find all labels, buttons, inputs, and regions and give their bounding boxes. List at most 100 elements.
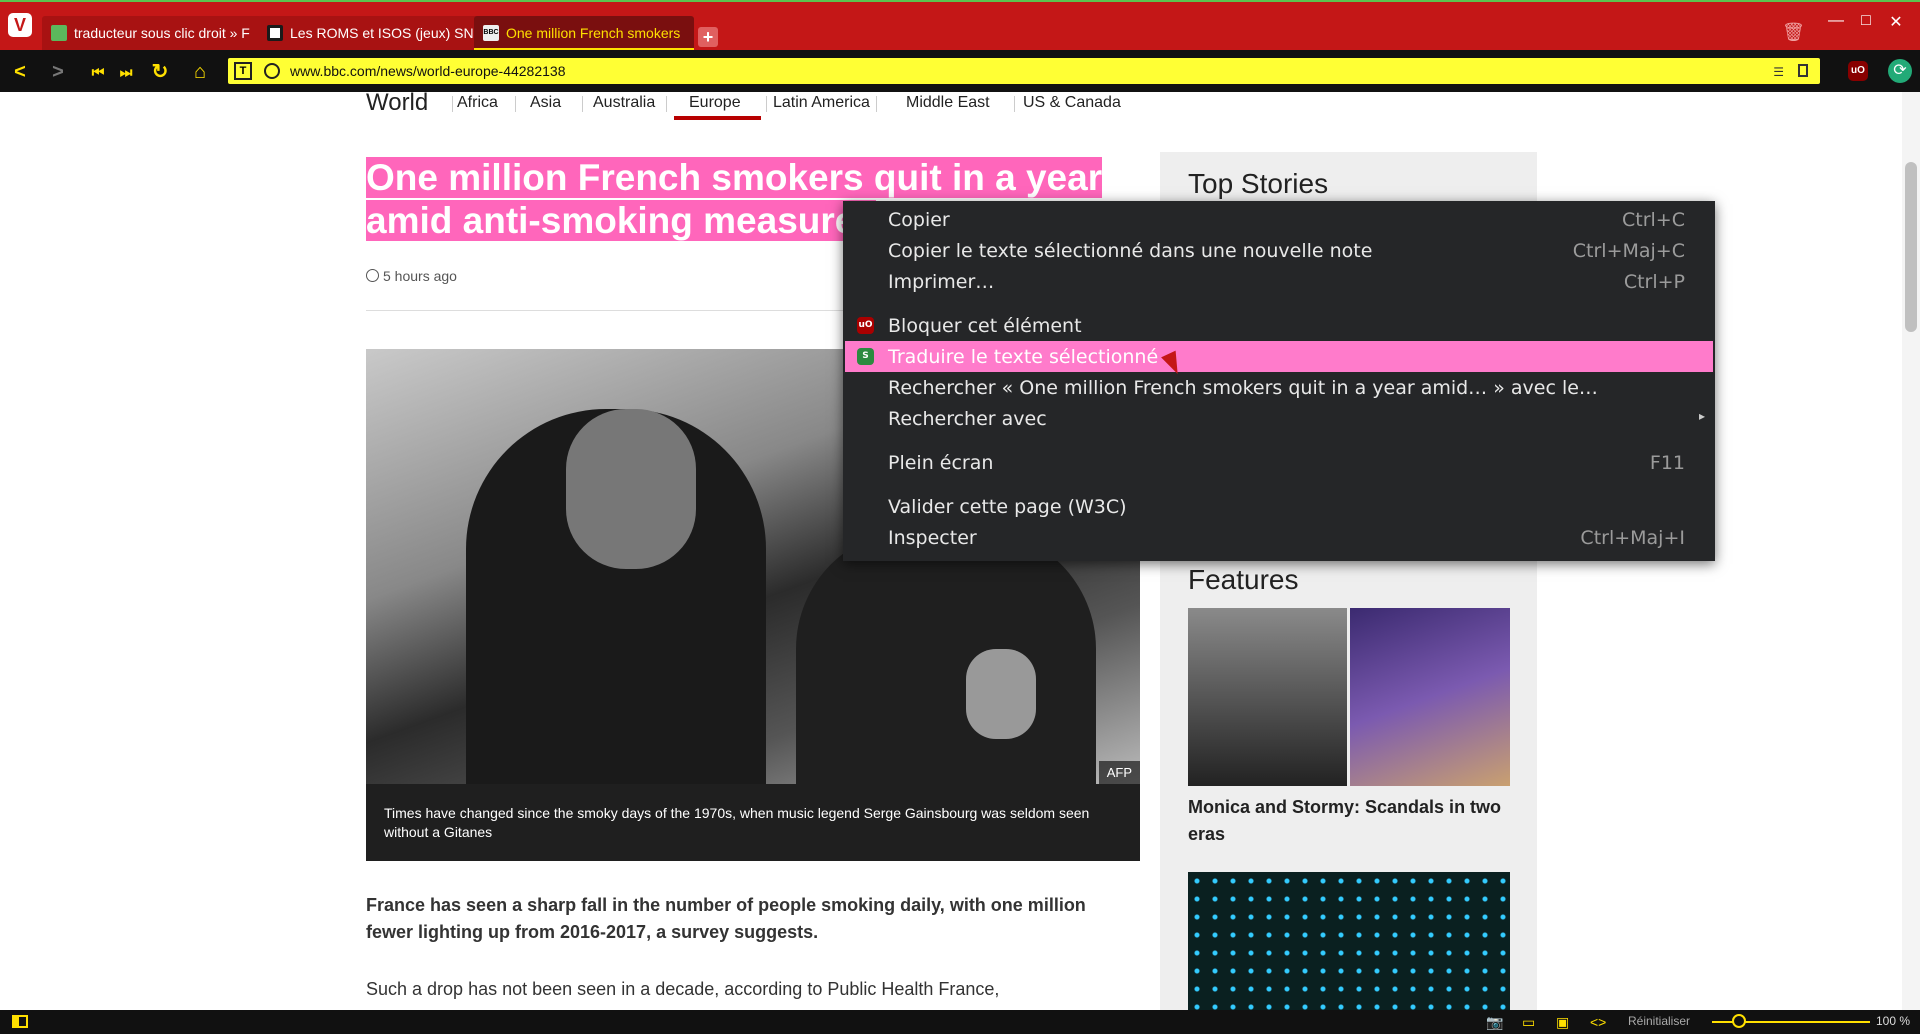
code-icon[interactable]: <> — [1590, 1014, 1606, 1030]
address-toolbar: < > ⏮ ⏭ ↻ ⌂ T www.bbc.com/news/world-eur… — [0, 50, 1920, 92]
status-bar: 📷 ▭ ▣ <> Réinitialiser 100 % — [0, 1010, 1920, 1034]
menu-item-label: Valider cette page (W3C) — [888, 496, 1127, 518]
menu-item-label: Imprimer… — [888, 271, 995, 293]
photo-hand — [966, 649, 1036, 739]
nav-link-australia[interactable]: Australia — [593, 94, 655, 112]
menu-item-search-selection[interactable]: Rechercher « One million French smokers … — [843, 372, 1715, 403]
tab-title: Les ROMS et ISOS (jeux) SNE — [290, 25, 478, 41]
tab-bbc-active[interactable]: BBC One million French smokers — [474, 16, 694, 50]
reader-view-icon[interactable]: ☰ — [1773, 65, 1784, 79]
rewind-icon[interactable]: ⏮ — [86, 60, 110, 84]
timestamp-text: 5 hours ago — [383, 268, 457, 284]
forward-icon[interactable]: > — [46, 60, 70, 84]
nav-link-europe[interactable]: Europe — [689, 94, 741, 112]
nav-link-africa[interactable]: Africa — [457, 94, 498, 112]
submenu-arrow-icon: ▸ — [1698, 409, 1705, 423]
tab-title: One million French smokers — [506, 25, 681, 41]
back-icon[interactable]: < — [8, 60, 32, 84]
ublock-icon: uO — [857, 317, 874, 334]
bookmark-icon[interactable] — [1798, 64, 1808, 77]
menu-item-copy[interactable]: Copier Ctrl+C — [843, 204, 1715, 235]
url-text[interactable]: www.bbc.com/news/world-europe-44282138 — [290, 58, 565, 84]
nav-link-us-canada[interactable]: US & Canada — [1023, 94, 1121, 112]
headline-line-1: One million French smokers quit in a yea… — [366, 157, 1103, 198]
nav-divider — [766, 96, 767, 112]
minimize-icon[interactable]: — — [1826, 12, 1846, 30]
menu-item-label: Rechercher avec — [888, 408, 1047, 430]
fast-forward-icon[interactable]: ⏭ — [114, 60, 138, 84]
maximize-icon[interactable]: □ — [1856, 12, 1876, 30]
trash-icon[interactable]: 🗑 — [1782, 22, 1805, 42]
menu-item-print[interactable]: Imprimer… Ctrl+P — [843, 266, 1715, 297]
active-nav-indicator — [674, 116, 761, 120]
nav-world-link[interactable]: World — [366, 92, 428, 117]
article-lead: France has seen a sharp fall in the numb… — [366, 895, 1086, 942]
site-info-icon[interactable]: T — [234, 62, 252, 80]
scrollbar-thumb[interactable] — [1905, 162, 1917, 332]
feature-image-2[interactable] — [1188, 872, 1510, 1010]
menu-item-shortcut: Ctrl+Maj+C — [1572, 240, 1685, 262]
nav-link-middle-east[interactable]: Middle East — [906, 94, 990, 112]
menu-item-search-with[interactable]: Rechercher avec ▸ — [843, 403, 1715, 434]
nav-link-asia[interactable]: Asia — [530, 94, 561, 112]
menu-item-label: Rechercher « One million French smokers … — [888, 377, 1598, 399]
nav-divider — [582, 96, 583, 112]
tab-favicon-icon — [51, 25, 67, 41]
tab-roms[interactable]: Les ROMS et ISOS (jeux) SNE — [258, 16, 478, 50]
vivaldi-menu-button[interactable]: V — [8, 13, 32, 37]
zoom-reset-button[interactable]: Réinitialiser — [1628, 1014, 1690, 1028]
article-timestamp: 5 hours ago — [366, 268, 457, 284]
clock-icon — [366, 269, 379, 282]
menu-item-shortcut: Ctrl+Maj+I — [1580, 527, 1685, 549]
tab-bar: V traducteur sous clic droit » F Les ROM… — [0, 0, 1920, 50]
tab-title: traducteur sous clic droit » F — [74, 25, 250, 41]
image-icon[interactable]: ▣ — [1556, 1014, 1569, 1031]
sync-icon[interactable]: ⟳ — [1888, 59, 1912, 83]
zoom-value: 100 % — [1876, 1014, 1911, 1028]
zoom-slider-knob[interactable] — [1732, 1014, 1746, 1028]
ublock-icon[interactable]: uO — [1848, 61, 1868, 81]
menu-item-copy-to-note[interactable]: Copier le texte sélectionné dans une nou… — [843, 235, 1715, 266]
menu-item-shortcut: F11 — [1649, 452, 1685, 474]
tile-icon[interactable]: ▭ — [1522, 1014, 1535, 1031]
menu-item-label: Bloquer cet élément — [888, 315, 1082, 337]
menu-item-label: Copier — [888, 209, 950, 231]
tab-traducteur[interactable]: traducteur sous clic droit » F — [42, 16, 262, 50]
bbc-favicon-icon: BBC — [483, 25, 499, 41]
top-stories-heading: Top Stories — [1188, 168, 1329, 199]
address-field[interactable]: T www.bbc.com/news/world-europe-44282138… — [228, 58, 1820, 84]
reload-icon[interactable]: ↻ — [148, 60, 172, 84]
article-paragraph: Such a drop has not been seen in a decad… — [366, 979, 1000, 999]
menu-item-shortcut: Ctrl+C — [1622, 209, 1685, 231]
globe-icon — [264, 63, 280, 79]
translate-icon: S — [857, 348, 874, 365]
new-tab-button[interactable]: + — [698, 27, 718, 47]
menu-item-label: Traduire le texte sélectionné — [888, 346, 1159, 368]
feature-image-stormy[interactable] — [1350, 608, 1510, 786]
home-icon[interactable]: ⌂ — [188, 60, 212, 84]
image-credit: AFP — [1098, 761, 1140, 784]
features-heading: Features — [1188, 564, 1299, 595]
menu-item-fullscreen[interactable]: Plein écran F11 — [843, 447, 1715, 478]
menu-item-validate-w3c[interactable]: Valider cette page (W3C) — [843, 491, 1715, 522]
menu-item-block-element[interactable]: uO Bloquer cet élément — [843, 310, 1715, 341]
headline-line-2: amid anti-smoking measures — [366, 200, 876, 241]
nav-divider — [666, 96, 667, 112]
nav-link-latin-america[interactable]: Latin America — [773, 94, 870, 112]
panel-toggle-icon[interactable] — [12, 1015, 28, 1028]
photo-face — [566, 409, 696, 569]
nav-divider — [515, 96, 516, 112]
feature-link-title[interactable]: Monica and Stormy: Scandals in two eras — [1188, 794, 1508, 848]
context-menu: Copier Ctrl+C Copier le texte sélectionn… — [843, 201, 1715, 561]
feature-image-monica[interactable] — [1188, 608, 1347, 786]
menu-item-label: Copier le texte sélectionné dans une nou… — [888, 240, 1373, 262]
page-scrollbar[interactable] — [1902, 92, 1920, 1010]
menu-item-inspect[interactable]: Inspecter Ctrl+Maj+I — [843, 522, 1715, 553]
menu-item-label: Inspecter — [888, 527, 977, 549]
tab-favicon-icon — [267, 25, 283, 41]
nav-divider — [1014, 96, 1015, 112]
camera-icon[interactable]: 📷 — [1486, 1014, 1503, 1031]
menu-item-shortcut: Ctrl+P — [1623, 271, 1685, 293]
close-icon[interactable]: ✕ — [1886, 12, 1906, 32]
menu-item-translate[interactable]: S Traduire le texte sélectionné — [845, 341, 1713, 372]
